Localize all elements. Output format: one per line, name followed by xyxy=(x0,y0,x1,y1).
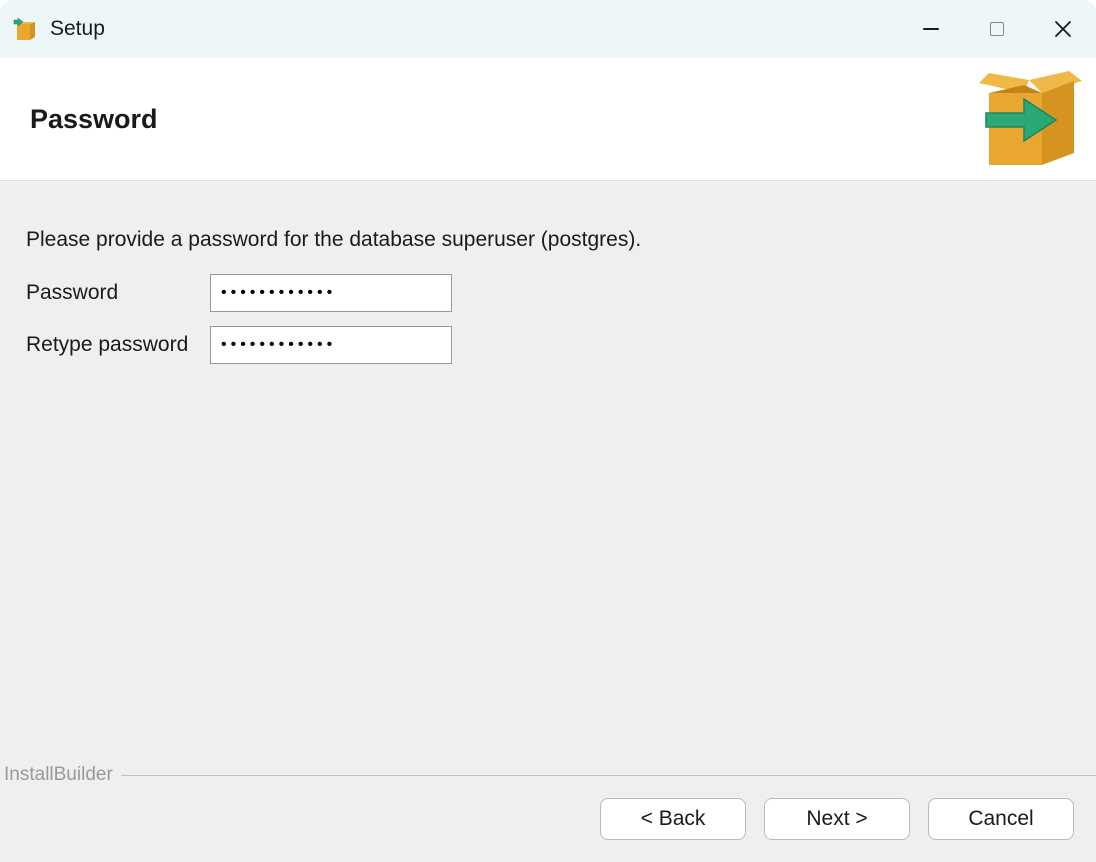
password-field[interactable] xyxy=(210,274,452,312)
installer-box-icon xyxy=(974,65,1084,175)
instruction-text: Please provide a password for the databa… xyxy=(26,228,1070,252)
footer-divider xyxy=(121,775,1096,776)
page-header: Password xyxy=(0,58,1096,180)
back-button[interactable]: < Back xyxy=(600,798,746,840)
maximize-icon xyxy=(990,22,1004,36)
minimize-button[interactable] xyxy=(898,0,964,58)
password-row: Password xyxy=(26,274,1070,312)
retype-password-row: Retype password xyxy=(26,326,1070,364)
app-icon xyxy=(12,15,40,43)
footer-brand-row: InstallBuilder xyxy=(0,764,1074,786)
titlebar-controls xyxy=(898,0,1096,58)
page-title: Password xyxy=(30,104,158,135)
close-icon xyxy=(1054,20,1072,38)
footer-brand-text: InstallBuilder xyxy=(4,764,121,786)
main-content: Please provide a password for the databa… xyxy=(0,182,1096,862)
retype-password-field[interactable] xyxy=(210,326,452,364)
minimize-icon xyxy=(923,28,939,30)
cancel-button[interactable]: Cancel xyxy=(928,798,1074,840)
next-button[interactable]: Next > xyxy=(764,798,910,840)
retype-password-label: Retype password xyxy=(26,333,210,357)
close-button[interactable] xyxy=(1030,0,1096,58)
password-label: Password xyxy=(26,281,210,305)
window-title: Setup xyxy=(50,17,105,41)
footer: InstallBuilder < Back Next > Cancel xyxy=(0,764,1096,862)
titlebar: Setup xyxy=(0,0,1096,58)
dialog-buttons: < Back Next > Cancel xyxy=(0,798,1074,840)
maximize-button[interactable] xyxy=(964,0,1030,58)
